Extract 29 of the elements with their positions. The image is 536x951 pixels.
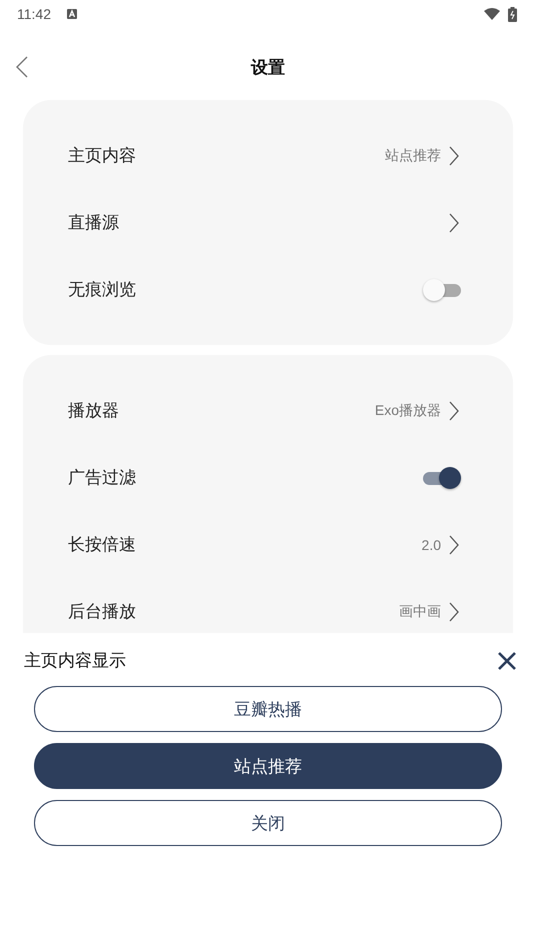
setting-label: 主页内容 <box>68 145 136 167</box>
page-title: 设置 <box>251 56 285 78</box>
setting-label: 直播源 <box>68 212 119 234</box>
toggle-switch[interactable] <box>423 278 461 300</box>
setting-value: 画中画 <box>399 602 441 620</box>
toggle-switch[interactable] <box>423 466 461 488</box>
close-icon[interactable] <box>497 650 517 670</box>
wifi-icon <box>484 8 500 20</box>
chevron-icon[interactable] <box>449 146 459 166</box>
setting-value: 站点推荐 <box>385 146 441 164</box>
close-button[interactable]: 关闭 <box>34 800 502 846</box>
option-button[interactable]: 站点推荐 <box>34 743 502 789</box>
setting-label: 广告过滤 <box>68 467 136 489</box>
setting-label: 播放器 <box>68 400 119 422</box>
battery-icon <box>508 6 517 22</box>
status-time: 11:42 <box>17 6 51 22</box>
sheet-title: 主页内容显示 <box>24 650 126 672</box>
notification-icon <box>67 9 77 19</box>
back-button[interactable] <box>16 56 28 78</box>
setting-value: 2.0 <box>422 536 441 552</box>
setting-label: 长按倍速 <box>68 534 136 556</box>
chevron-icon[interactable] <box>449 400 459 420</box>
chevron-icon[interactable] <box>449 534 459 554</box>
setting-label: 无痕浏览 <box>68 279 136 301</box>
chevron-icon[interactable] <box>449 602 459 622</box>
option-button[interactable]: 豆瓣热播 <box>34 686 502 732</box>
setting-label: 后台播放 <box>68 601 136 623</box>
setting-value: Exo播放器 <box>374 402 441 420</box>
chevron-icon[interactable] <box>449 212 459 232</box>
